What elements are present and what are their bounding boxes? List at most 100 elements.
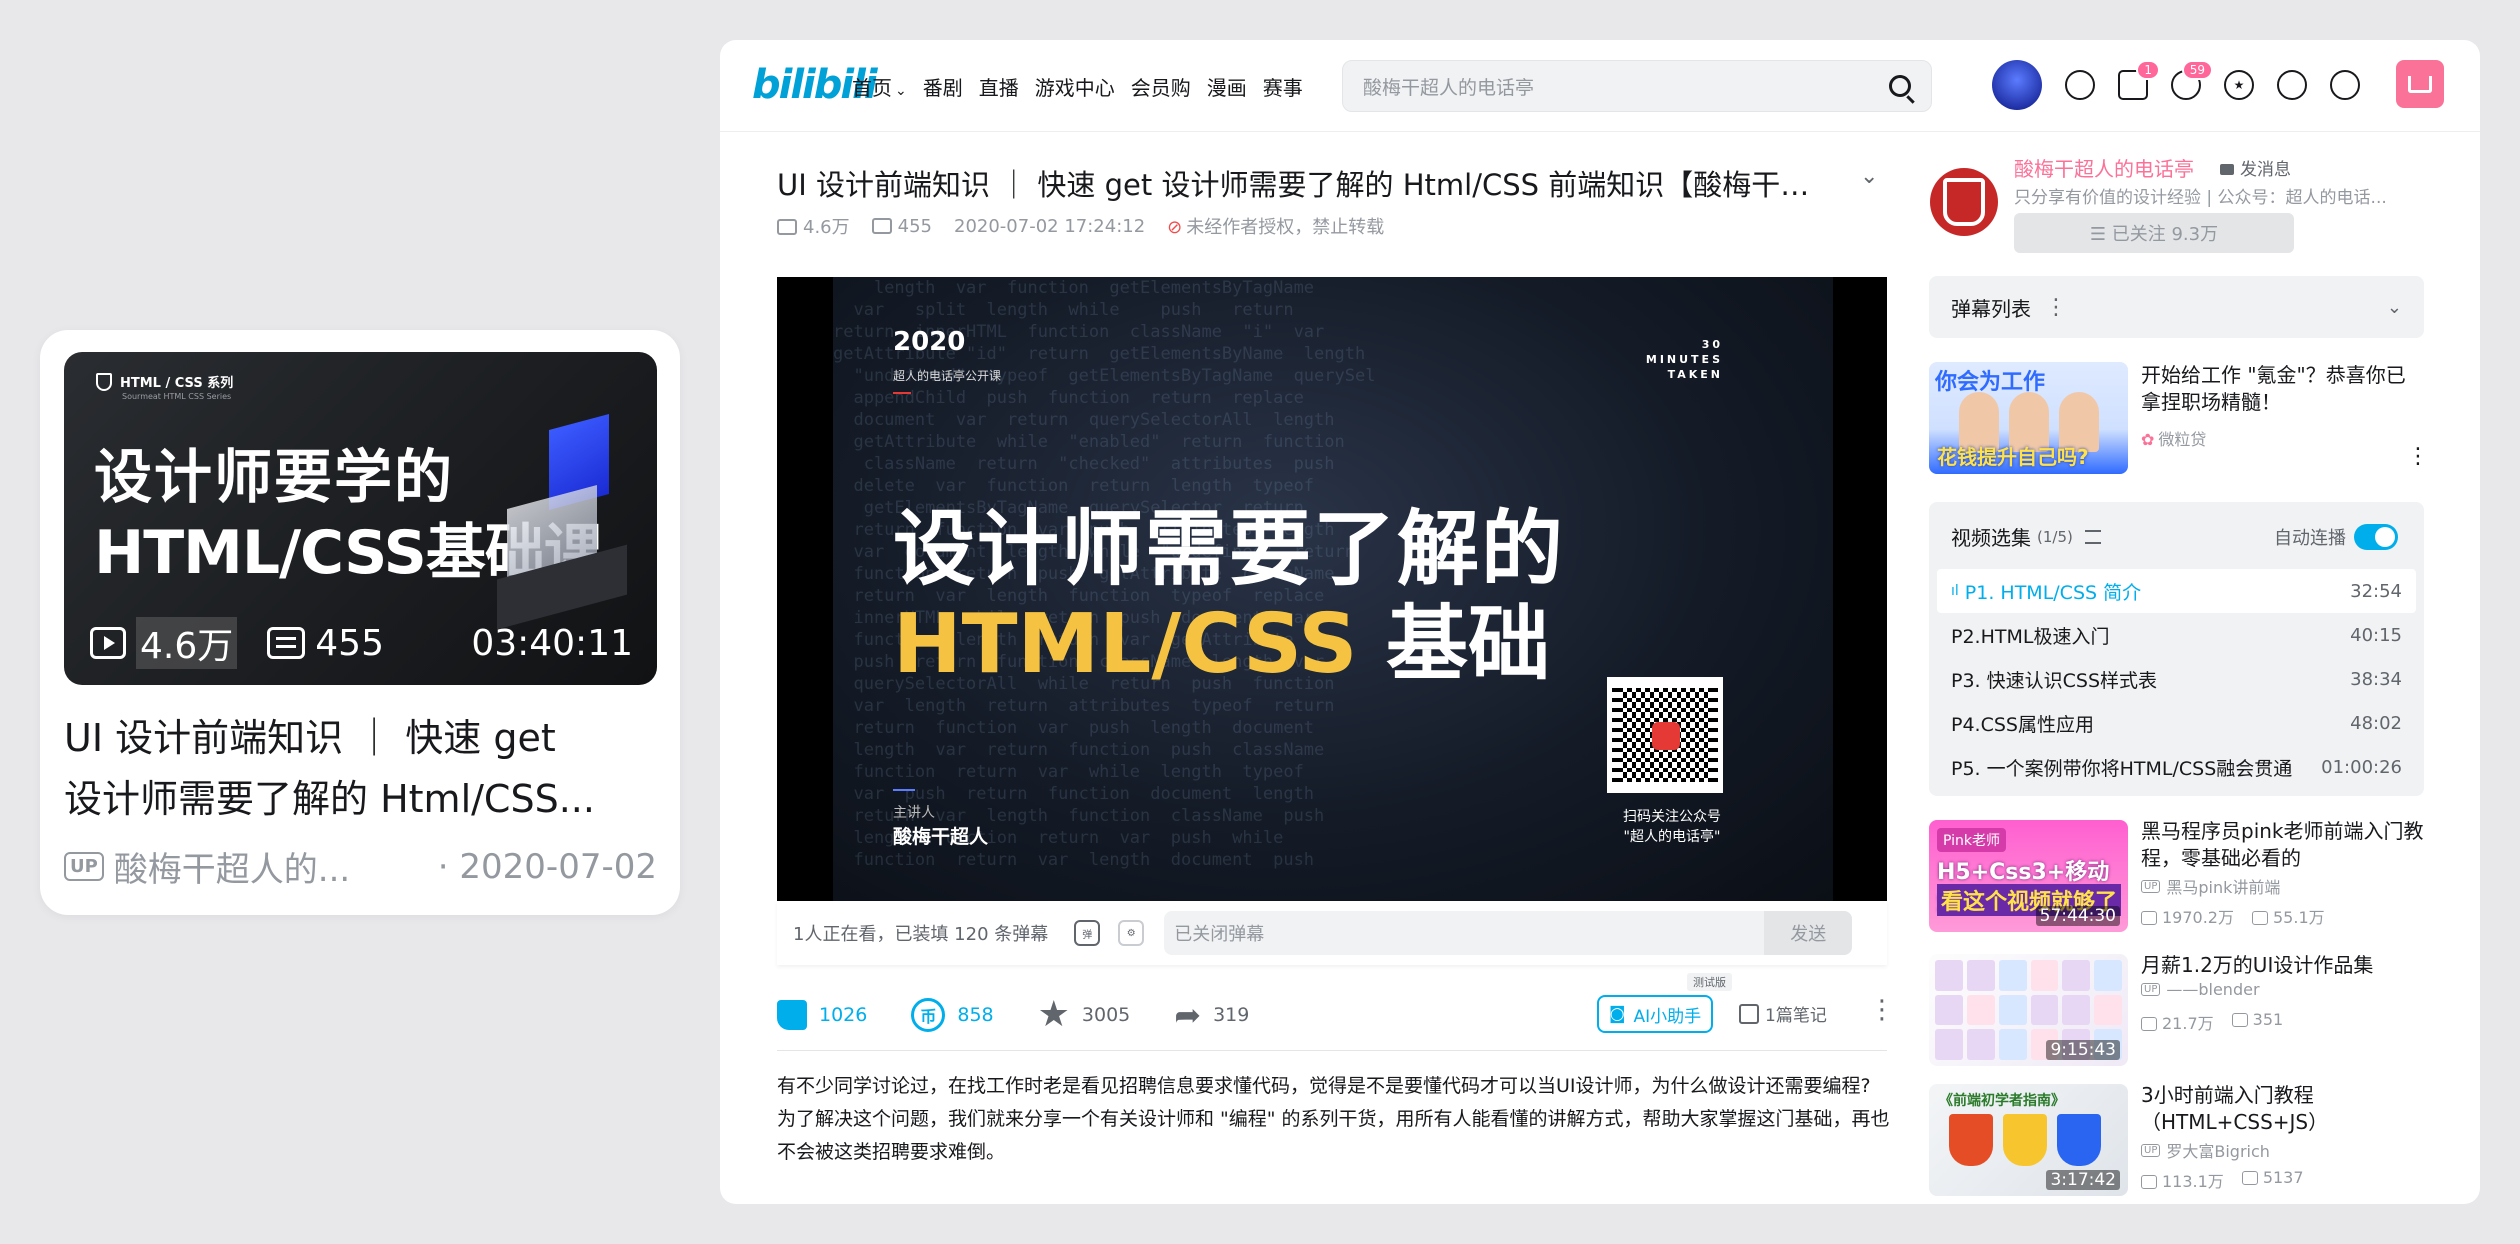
note-icon [1739, 1003, 1759, 1024]
message-badge: 1 [2136, 60, 2160, 80]
playlist-item-duration: 40:15 [2350, 624, 2402, 646]
favorites-icon[interactable]: ★ [2224, 70, 2254, 100]
poster-host-divider [893, 789, 915, 791]
danmaku-icon [2231, 1013, 2248, 1027]
nav-anime[interactable]: 番剧 [923, 72, 963, 101]
playlist-item-title: P1. HTML/CSS 简介 [1964, 581, 2142, 604]
more-options-icon[interactable]: ⋮ [1869, 995, 1895, 1025]
like-button[interactable]: 1026 [777, 1000, 867, 1030]
poster-host-name: 酸梅干超人 [893, 826, 989, 848]
author-name[interactable]: 酸梅干超人的电话亭 [2014, 153, 2194, 182]
rec-up[interactable]: UP ——blender [2141, 980, 2260, 999]
card-thumbnail[interactable]: HTML / CSS 系列 Sourmeat HTML CSS Series 设… [64, 352, 657, 685]
recommended-thumbnail[interactable]: 《前端初学者指南》 3:17:42 [1929, 1084, 2128, 1196]
rec-danmaku: 55.1万 [2273, 908, 2325, 927]
more-options-icon[interactable]: ⋮ [2407, 444, 2429, 469]
playlist-item[interactable]: P4.CSS属性应用 48:02 [1937, 701, 2416, 745]
coin-count: 858 [957, 1004, 994, 1026]
mail-icon [2220, 164, 2234, 175]
recommended-video[interactable]: 9:15:43 月薪1.2万的UI设计作品集 UP ——blender 21.7万… [1929, 952, 2424, 1070]
danmaku-settings-icon[interactable]: ⚙ [1118, 920, 1145, 946]
playlist-item[interactable]: ıl P1. HTML/CSS 简介 32:54 [1937, 569, 2416, 613]
up-badge-icon: UP [2141, 879, 2161, 893]
card-thumb-sub: Sourmeat HTML CSS Series [122, 392, 232, 401]
copyright-text: 未经作者授权，禁止转载 [1186, 217, 1385, 238]
watching-info: 1人正在看，已装填 120 条弹幕 [793, 924, 1049, 945]
chevron-down-icon[interactable]: ⌄ [2387, 297, 2402, 318]
send-message-button[interactable]: 发消息 [2220, 155, 2291, 180]
autoplay-toggle[interactable] [2354, 524, 2398, 550]
playlist-item-duration: 32:54 [2350, 580, 2402, 602]
card-title-line1: UI 设计前端知识 ｜ 快速 get [64, 716, 556, 760]
up-badge-icon: UP [2141, 983, 2161, 996]
play-count-icon [2141, 1017, 2157, 1031]
search-icon[interactable] [1889, 75, 1911, 97]
message-icon[interactable]: 1 [2118, 60, 2160, 100]
dynamic-badge: 59 [2181, 60, 2213, 80]
list-view-icon[interactable] [2084, 529, 2101, 544]
chevron-down-icon: ⌄ [895, 83, 907, 99]
danmaku-send-button[interactable]: 发送 [1764, 911, 1853, 955]
recommended-video[interactable]: Pink老师 H5+Css3+移动端 看这个视频就够了 57:44:30 黑马程… [1929, 818, 2424, 936]
danmaku-list-panel[interactable]: 弹幕列表 ⋮ ⌄ [1929, 276, 2424, 338]
card-danmaku: 455 [315, 622, 384, 664]
upload-button[interactable] [2396, 60, 2444, 108]
playlist-item-title: P3. 快速认识CSS样式表 [1951, 669, 2158, 692]
nav-live[interactable]: 直播 [979, 72, 1019, 101]
danmaku-toggle-icon[interactable]: 弹 [1074, 920, 1101, 946]
share-button[interactable]: ➦ 319 [1174, 996, 1249, 1034]
rec-up[interactable]: UP 罗大富Bigrich [2141, 1138, 2270, 1162]
card-author[interactable]: 酸梅干超人的... [114, 842, 350, 891]
vip-icon[interactable] [2065, 70, 2095, 100]
danmaku-list-label: 弹幕列表 [1951, 296, 2031, 321]
dynamic-icon[interactable]: 59 [2171, 60, 2213, 100]
author-avatar[interactable] [1930, 168, 1998, 236]
video-card[interactable]: HTML / CSS 系列 Sourmeat HTML CSS Series 设… [40, 330, 680, 915]
coin-button[interactable]: 币 858 [911, 998, 994, 1032]
nav-home[interactable]: 首页 ⌄ [852, 72, 907, 101]
card-title[interactable]: UI 设计前端知识 ｜ 快速 get 设计师需要了解的 Html/CSS... [64, 708, 654, 830]
ad-item[interactable]: 你会为工作 花钱提升自己吗? 开始给工作 "氪金"？恭喜你已拿捏职场精髓！ ✿ 微… [1929, 362, 2429, 478]
playlist-item[interactable]: P3. 快速认识CSS样式表 38:34 [1937, 657, 2416, 701]
rec-title[interactable]: 月薪1.2万的UI设计作品集 [2141, 952, 2424, 979]
user-avatar[interactable] [1992, 60, 2042, 110]
play-count-icon [90, 627, 126, 659]
search-input[interactable]: 酸梅干超人的电话亭 [1342, 60, 1932, 112]
card-stats: 4.6万 455 03:40:11 [90, 617, 633, 669]
rec-up[interactable]: UP 黑马pink讲前端 [2141, 874, 2280, 898]
poster-minutes-2: MINUTES [1645, 353, 1723, 366]
danmaku-input[interactable]: 已关闭弹幕 发送 [1164, 911, 1853, 955]
playlist-title: 视频选集 [1951, 526, 2031, 550]
ai-assistant-button[interactable]: ◙ AI小助手 [1597, 995, 1714, 1033]
video-info: 4.6万 455 2020-07-02 17:24:12 ⊘ 未经作者授权，禁止转… [777, 213, 1384, 239]
card-meta: UP 酸梅干超人的... · 2020-07-02 [64, 842, 657, 891]
playlist-items: ıl P1. HTML/CSS 简介 32:54 P2.HTML极速入门 40:15 … [1937, 569, 2416, 789]
rec-title[interactable]: 黑马程序员pink老师前端入门教程，零基础必看的h5(html5)+css3+移… [2141, 818, 2424, 872]
playlist-item-duration: 48:02 [2350, 712, 2402, 734]
more-options-icon[interactable]: ⋮ [2045, 295, 2067, 320]
ad-title[interactable]: 开始给工作 "氪金"？恭喜你已拿捏职场精髓！ [2141, 362, 2411, 416]
creation-icon[interactable] [2330, 70, 2360, 100]
playlist-item[interactable]: P2.HTML极速入门 40:15 [1937, 613, 2416, 657]
recommended-video[interactable]: 《前端初学者指南》 3:17:42 3小时前端入门教程（HTML+CSS+JS）… [1929, 1082, 2424, 1200]
playlist-item-title: P4.CSS属性应用 [1951, 713, 2094, 736]
nav-mall[interactable]: 会员购 [1131, 72, 1191, 101]
video-description: 有不少同学讨论过，在找工作时老是看见招聘信息要求懂代码，觉得是不是要懂代码才可以… [777, 1070, 1892, 1169]
nav-esports[interactable]: 赛事 [1263, 72, 1303, 101]
recommended-thumbnail[interactable]: 9:15:43 [1929, 954, 2128, 1066]
video-player[interactable]: length var function getElementsByTagName… [777, 277, 1887, 901]
notes-button[interactable]: 1篇笔记 [1739, 1001, 1827, 1026]
follow-button[interactable]: ☰ 已关注 9.3万 [2014, 213, 2294, 253]
playlist-item[interactable]: P5. 一个案例带你将HTML/CSS融会贯通 01:00:26 [1937, 745, 2416, 789]
chevron-down-icon[interactable]: ⌄ [1860, 164, 1878, 189]
history-icon[interactable] [2277, 70, 2307, 100]
divider [777, 1050, 1887, 1051]
rec-title[interactable]: 3小时前端入门教程（HTML+CSS+JS） [2141, 1082, 2424, 1136]
recommended-thumbnail[interactable]: Pink老师 H5+Css3+移动端 看这个视频就够了 57:44:30 [1929, 820, 2128, 932]
ad-thumbnail[interactable]: 你会为工作 花钱提升自己吗? [1929, 362, 2128, 474]
playlist-item-title: P2.HTML极速入门 [1951, 625, 2110, 648]
video-title: UI 设计前端知识 ｜ 快速 get 设计师需要了解的 Html/CSS 前端知… [777, 168, 1837, 202]
nav-manga[interactable]: 漫画 [1207, 72, 1247, 101]
favorite-button[interactable]: ★ 3005 [1038, 997, 1131, 1033]
nav-game-center[interactable]: 游戏中心 [1035, 72, 1115, 101]
